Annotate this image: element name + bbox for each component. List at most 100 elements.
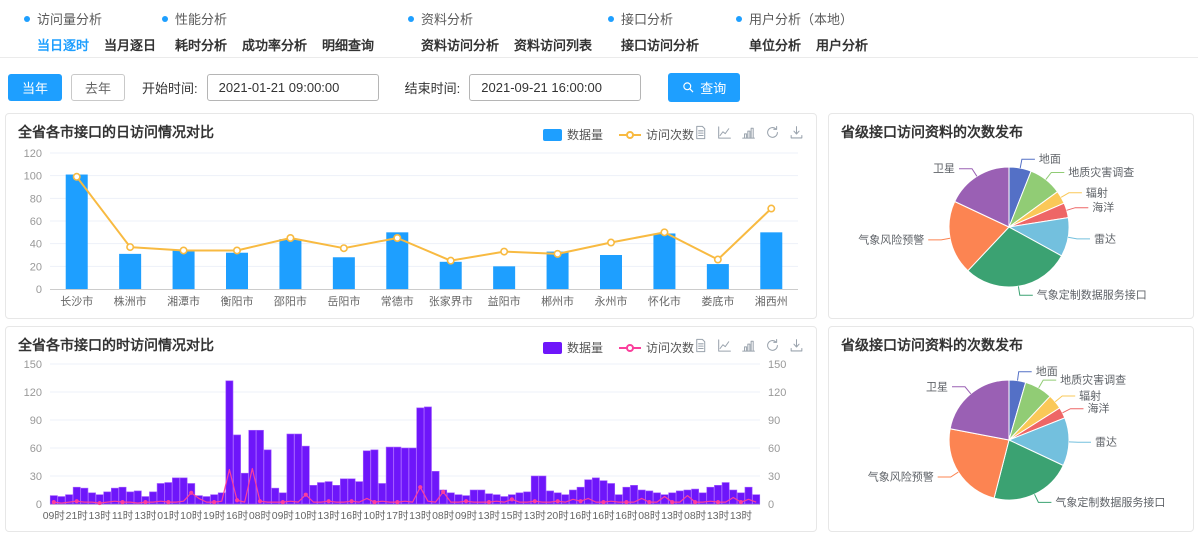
svg-text:09时: 09时 — [43, 510, 66, 522]
bullet-icon — [24, 16, 30, 22]
pie-label: 气象定制数据服务接口 — [1055, 495, 1165, 509]
svg-text:80: 80 — [30, 193, 42, 205]
svg-text:120: 120 — [24, 387, 42, 399]
download-icon[interactable] — [789, 338, 804, 353]
nav-item[interactable]: 用户分析 — [816, 35, 868, 54]
svg-text:09时: 09时 — [272, 510, 295, 522]
hourly-bar-line-chart: 0030306060909012012015015009时21时13时11时13… — [18, 356, 804, 526]
daily-chart-canvas: 020406080100120长沙市株洲市湘潭市衡阳市邵阳市岳阳市常德市张家界市… — [18, 143, 804, 318]
nav-item[interactable]: 当日逐时 — [37, 35, 89, 54]
svg-text:永州市: 永州市 — [595, 294, 628, 308]
legend-item[interactable]: 数据量 — [543, 339, 603, 356]
nav-item[interactable]: 成功率分析 — [242, 35, 307, 54]
svg-text:09时: 09时 — [455, 510, 478, 522]
legend-item[interactable]: 访问次数 — [619, 339, 694, 356]
pie-label: 地面 — [1039, 153, 1061, 166]
svg-text:13时: 13时 — [409, 510, 432, 522]
svg-text:13时: 13时 — [478, 510, 501, 522]
pie-label: 雷达 — [1094, 232, 1116, 245]
nav-item[interactable]: 资料访问分析 — [421, 35, 499, 54]
svg-text:30: 30 — [30, 471, 42, 483]
svg-text:0: 0 — [36, 284, 42, 296]
panel-pie-bottom: 省级接口访问资料的次数发布 地面地质灾害调查辐射海洋雷达气象定制数据服务接口气象… — [828, 326, 1194, 532]
pie-label: 雷达 — [1095, 436, 1117, 449]
line-chart-icon[interactable] — [717, 125, 732, 140]
pie-label: 地质灾害调查 — [1068, 165, 1134, 179]
svg-text:120: 120 — [24, 148, 42, 160]
daily-bar-line-chart: 020406080100120长沙市株洲市湘潭市衡阳市邵阳市岳阳市常德市张家界市… — [18, 143, 804, 313]
end-time-input[interactable] — [469, 74, 641, 101]
svg-text:湘西州: 湘西州 — [755, 294, 788, 308]
svg-text:怀化市: 怀化市 — [648, 294, 681, 308]
nav-item[interactable]: 单位分析 — [749, 35, 801, 54]
data-view-icon[interactable] — [693, 125, 708, 140]
svg-text:11时: 11时 — [112, 510, 134, 522]
nav-group: 用户分析（本地） 单位分析用户分析 — [736, 9, 868, 54]
nav-group-title: 访问量分析 — [24, 9, 156, 28]
bullet-icon — [162, 16, 168, 22]
svg-text:13时: 13时 — [730, 510, 753, 522]
svg-text:16时: 16时 — [569, 510, 592, 522]
svg-text:150: 150 — [24, 359, 42, 371]
svg-text:13时: 13时 — [318, 510, 341, 522]
svg-text:株洲市: 株洲市 — [114, 294, 147, 308]
restore-icon[interactable] — [765, 338, 780, 353]
svg-text:10时: 10时 — [180, 510, 203, 522]
svg-text:08时: 08时 — [432, 510, 455, 522]
panel-title: 省级接口访问资料的次数发布 — [841, 336, 1181, 354]
query-button[interactable]: 查询 — [668, 73, 740, 102]
legend-item[interactable]: 数据量 — [543, 126, 603, 143]
svg-text:16时: 16时 — [592, 510, 615, 522]
svg-text:13时: 13时 — [524, 510, 547, 522]
this-year-button[interactable]: 当年 — [8, 74, 62, 101]
svg-text:90: 90 — [30, 415, 42, 427]
last-year-button[interactable]: 去年 — [71, 74, 125, 101]
pie-bottom-chart: 地面地质灾害调查辐射海洋雷达气象定制数据服务接口气象风险预警卫星 — [841, 356, 1181, 528]
svg-text:16时: 16时 — [340, 510, 363, 522]
svg-text:40: 40 — [30, 239, 42, 251]
chart-legend: 数据量访问次数 — [543, 126, 694, 143]
nav-group: 性能分析耗时分析成功率分析明细查询 — [162, 9, 374, 54]
pie-label: 辐射 — [1079, 389, 1101, 403]
bar-chart-icon[interactable] — [741, 125, 756, 140]
pie-top-chart: 地面地质灾害调查辐射海洋雷达气象定制数据服务接口气象风险预警卫星 — [841, 143, 1181, 315]
pie-label: 卫星 — [926, 380, 948, 393]
svg-text:10时: 10时 — [363, 510, 386, 522]
svg-text:08时: 08时 — [249, 510, 272, 522]
svg-text:08时: 08时 — [638, 510, 661, 522]
chart-toolbox — [693, 125, 804, 140]
restore-icon[interactable] — [765, 125, 780, 140]
nav-item[interactable]: 耗时分析 — [175, 35, 227, 54]
svg-text:0: 0 — [36, 499, 42, 511]
svg-text:120: 120 — [768, 387, 786, 399]
download-icon[interactable] — [789, 125, 804, 140]
nav-group-title: 用户分析（本地） — [736, 9, 868, 28]
top-nav: 访问量分析当日逐时当月逐日性能分析耗时分析成功率分析明细查询资料分析资料访问分析… — [0, 0, 1198, 58]
svg-text:邵阳市: 邵阳市 — [274, 294, 307, 308]
nav-sub-items: 接口访问分析 — [621, 35, 699, 54]
nav-item[interactable]: 当月逐日 — [104, 35, 156, 54]
legend-item[interactable]: 访问次数 — [619, 126, 694, 143]
pie-label: 海洋 — [1092, 200, 1114, 214]
panel-title: 省级接口访问资料的次数发布 — [841, 123, 1181, 141]
pie-label: 卫星 — [933, 162, 955, 175]
svg-text:150: 150 — [768, 359, 786, 371]
start-time-input[interactable] — [207, 74, 379, 101]
pie-label: 海洋 — [1087, 401, 1109, 415]
svg-text:长沙市: 长沙市 — [60, 294, 93, 308]
bar-chart-icon[interactable] — [741, 338, 756, 353]
nav-item[interactable]: 资料访问列表 — [514, 35, 592, 54]
svg-text:17时: 17时 — [386, 510, 409, 522]
nav-item[interactable]: 接口访问分析 — [621, 35, 699, 54]
nav-item[interactable]: 明细查询 — [322, 35, 374, 54]
svg-text:19时: 19时 — [203, 510, 226, 522]
search-icon — [682, 81, 695, 94]
dashboard-grid: 全省各市接口的日访问情况对比 数据量访问次数 020406080100120长沙… — [0, 113, 1198, 532]
data-view-icon[interactable] — [693, 338, 708, 353]
nav-group-title: 性能分析 — [162, 9, 374, 28]
line-chart-icon[interactable] — [717, 338, 732, 353]
nav-group-title: 接口分析 — [608, 9, 699, 28]
start-time-label: 开始时间: — [142, 78, 198, 97]
legend-bar-marker-icon — [543, 129, 562, 141]
legend-bar-marker-icon — [543, 342, 562, 354]
